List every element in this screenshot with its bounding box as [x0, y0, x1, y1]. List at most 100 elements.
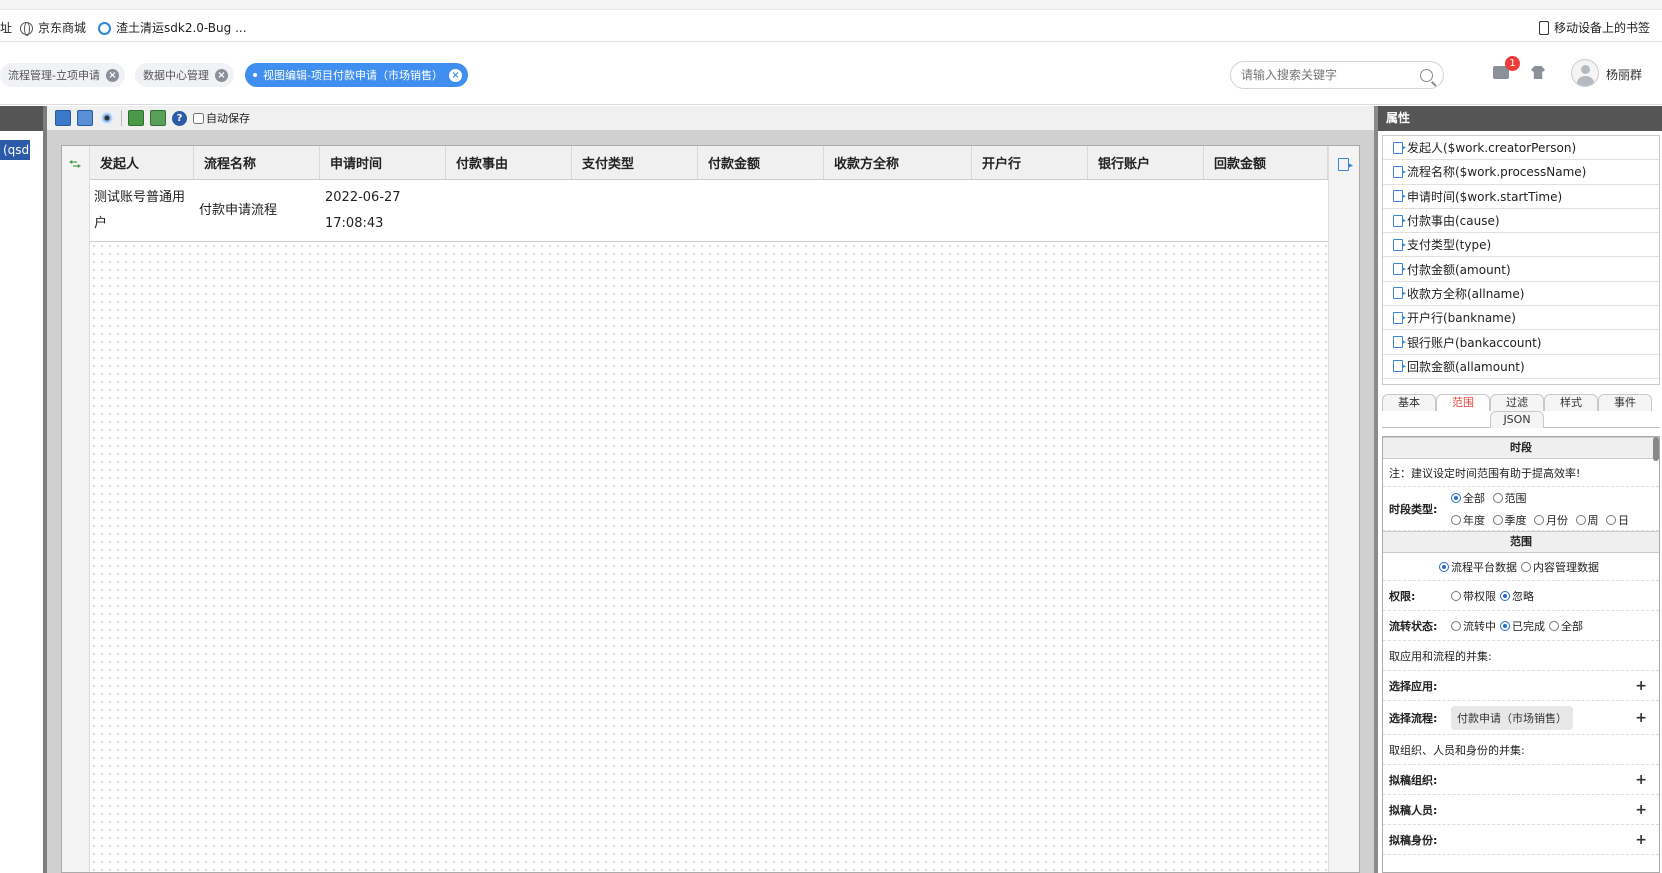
- column-header[interactable]: 收款方全称: [824, 146, 972, 179]
- left-panel: (qsd: [0, 106, 47, 873]
- refresh-icon[interactable]: [69, 158, 81, 170]
- column-header[interactable]: 开户行: [972, 146, 1088, 179]
- search-icon[interactable]: [1420, 68, 1433, 82]
- tab-view-edit[interactable]: 视图编辑-项目付款申请（市场销售） ×: [245, 63, 468, 87]
- field-item[interactable]: 支付类型(type): [1383, 233, 1659, 258]
- bookmarks-bar: 址 京东商城 渣土清运sdk2.0-Bug ... 移动设备上的书签: [0, 0, 1662, 42]
- tab-basic[interactable]: 基本: [1382, 394, 1436, 411]
- radio-perm-ignore[interactable]: 忽略: [1500, 588, 1534, 604]
- column-header[interactable]: 流程名称: [194, 146, 320, 179]
- radio-period-range[interactable]: 范围: [1492, 490, 1527, 506]
- close-icon[interactable]: ×: [105, 68, 119, 82]
- tab-filter[interactable]: 过滤: [1490, 394, 1544, 411]
- username[interactable]: 杨丽群: [1606, 66, 1642, 83]
- column-header[interactable]: 发起人: [90, 146, 194, 179]
- radio-period-year[interactable]: 年度: [1451, 512, 1485, 528]
- column-header[interactable]: 支付类型: [572, 146, 698, 179]
- avatar[interactable]: [1571, 59, 1599, 87]
- tab-event[interactable]: 事件: [1598, 394, 1652, 411]
- tab-label: 视图编辑-项目付款申请（市场销售）: [263, 69, 443, 82]
- field-item[interactable]: 开户行(bankname): [1383, 306, 1659, 331]
- autosave-checkbox[interactable]: [193, 112, 204, 124]
- add-org-icon[interactable]: +: [1635, 772, 1647, 788]
- field-icon: [1393, 214, 1403, 227]
- radio-period-quarter[interactable]: 季度: [1492, 512, 1527, 528]
- radio-flow-completed[interactable]: 已完成: [1500, 618, 1545, 634]
- radio-perm-with[interactable]: 带权限: [1451, 588, 1496, 604]
- radio-icon: [1575, 514, 1586, 525]
- bookmark-item[interactable]: 址: [0, 19, 12, 37]
- radio-icon: [1451, 620, 1461, 631]
- add-app-icon[interactable]: +: [1635, 678, 1647, 694]
- column-header[interactable]: 申请时间: [320, 146, 446, 179]
- radio-period-day[interactable]: 日: [1606, 512, 1629, 528]
- selected-flow-chip[interactable]: 付款申请（市场销售）: [1451, 705, 1573, 730]
- field-label: 申请时间($work.startTime): [1407, 189, 1563, 204]
- field-item[interactable]: 发起人($work.creatorPerson): [1383, 136, 1659, 161]
- radio-icon: [1500, 620, 1510, 631]
- tab-json[interactable]: JSON: [1490, 411, 1544, 428]
- bookmark-sdk-bug[interactable]: 渣土清运sdk2.0-Bug ...: [98, 19, 247, 37]
- option-label: 日: [1618, 513, 1629, 527]
- autosave-toggle[interactable]: 自动保存: [193, 110, 250, 126]
- union-apps-row: 取应用和流程的并集:: [1383, 641, 1659, 671]
- field-item[interactable]: 回款金额(allamount): [1383, 355, 1659, 379]
- table-row[interactable]: 测试账号普通用户 付款申请流程 2022-06-27 17:08:43: [90, 180, 1328, 242]
- save-as-icon[interactable]: [77, 110, 93, 126]
- left-selected-item[interactable]: (qsd: [0, 140, 30, 160]
- tab-process-approval[interactable]: 流程管理-立项申请 ×: [0, 63, 125, 87]
- help-icon[interactable]: ?: [172, 110, 187, 126]
- tab-scope[interactable]: 范围: [1436, 394, 1490, 411]
- add-person-icon[interactable]: +: [1635, 802, 1647, 818]
- field-item[interactable]: 付款金额(amount): [1383, 257, 1659, 282]
- radio-period-week[interactable]: 周: [1575, 512, 1599, 528]
- radio-period-all[interactable]: 全部: [1451, 490, 1485, 506]
- design-canvas[interactable]: 发起人 流程名称 申请时间 付款事由 支付类型 付款金额 收款方全称 开户行 银…: [61, 145, 1360, 873]
- bookmark-jd[interactable]: 京东商城: [20, 19, 86, 37]
- bookmark-mobile[interactable]: 移动设备上的书签: [1539, 19, 1650, 37]
- tab-data-center[interactable]: 数据中心管理 ×: [135, 63, 234, 87]
- field-item[interactable]: 银行账户(bankaccount): [1383, 330, 1659, 355]
- field-item[interactable]: 付款事由(cause): [1383, 209, 1659, 234]
- scrollbar-thumb[interactable]: [1653, 437, 1659, 461]
- tab-style[interactable]: 样式: [1544, 394, 1598, 411]
- option-label: 月份: [1546, 513, 1568, 527]
- search-input[interactable]: [1241, 68, 1411, 82]
- column-header[interactable]: 付款事由: [446, 146, 572, 179]
- radio-flow-all[interactable]: 全部: [1549, 618, 1583, 634]
- radio-source-process[interactable]: 流程平台数据: [1439, 559, 1517, 575]
- option-label: 全部: [1463, 491, 1485, 505]
- notification-badge: 1: [1505, 56, 1520, 71]
- column-header[interactable]: 付款金额: [698, 146, 824, 179]
- source-row: 流程平台数据 内容管理数据: [1383, 553, 1659, 581]
- option-label: 流程平台数据: [1451, 560, 1517, 574]
- close-icon[interactable]: ×: [215, 68, 228, 82]
- radio-flow-running[interactable]: 流转中: [1451, 618, 1496, 634]
- permission-row: 权限: 带权限 忽略: [1383, 581, 1659, 611]
- column-header[interactable]: 回款金额: [1204, 146, 1328, 179]
- field-item[interactable]: 申请时间($work.startTime): [1383, 185, 1659, 209]
- skin-icon[interactable]: [1531, 66, 1545, 79]
- select-app-label: 选择应用:: [1389, 679, 1438, 693]
- radio-source-cms[interactable]: 内容管理数据: [1521, 559, 1599, 575]
- ring-icon: [98, 21, 111, 35]
- import-icon[interactable]: [128, 110, 144, 126]
- radio-period-month[interactable]: 月份: [1534, 512, 1568, 528]
- add-column-icon[interactable]: [1338, 158, 1349, 171]
- field-item[interactable]: 流程名称($work.processName): [1383, 160, 1659, 185]
- field-label: 银行账户(bankaccount): [1407, 335, 1542, 350]
- radio-icon: [1534, 514, 1544, 525]
- close-icon[interactable]: ×: [448, 68, 462, 82]
- flow-status-row: 流转状态: 流转中 已完成 全部: [1383, 611, 1659, 641]
- cell-process-name: 付款申请流程: [199, 202, 278, 218]
- save-icon[interactable]: [55, 110, 71, 126]
- export-icon[interactable]: [150, 110, 166, 126]
- column-header[interactable]: 银行账户: [1088, 146, 1204, 179]
- dot-grid: [90, 146, 1328, 872]
- add-identity-icon[interactable]: +: [1635, 832, 1647, 848]
- field-label: 发起人($work.creatorPerson): [1407, 141, 1577, 156]
- option-label: 范围: [1504, 491, 1527, 505]
- preview-icon[interactable]: [99, 110, 115, 126]
- add-flow-icon[interactable]: +: [1635, 710, 1647, 726]
- field-item[interactable]: 收款方全称(allname): [1383, 282, 1659, 307]
